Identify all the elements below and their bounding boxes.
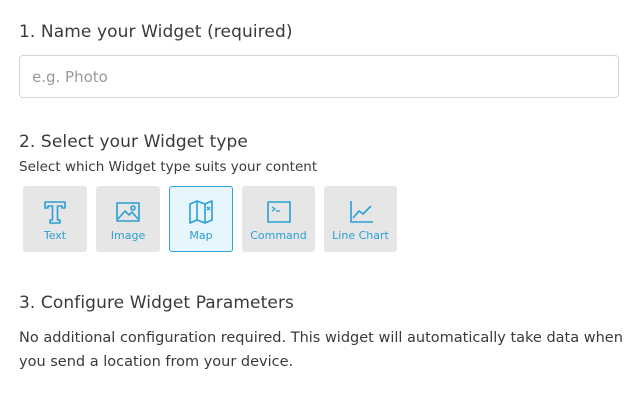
type-label: Image bbox=[110, 229, 146, 242]
map-icon bbox=[189, 200, 213, 224]
image-icon bbox=[116, 202, 140, 222]
section-type-subtitle: Select which Widget type suits your cont… bbox=[19, 159, 318, 175]
type-tile-line-chart[interactable]: Line Chart bbox=[324, 186, 397, 252]
type-tile-map[interactable]: Map bbox=[169, 186, 233, 252]
section-type-title: 2. Select your Widget type bbox=[19, 132, 248, 152]
type-tile-text[interactable]: Text bbox=[23, 186, 87, 252]
type-label: Command bbox=[250, 229, 307, 242]
type-label: Line Chart bbox=[332, 229, 389, 242]
terminal-icon bbox=[266, 201, 291, 223]
section-name-title: 1. Name your Widget (required) bbox=[19, 22, 293, 42]
type-label: Map bbox=[189, 229, 213, 242]
config-description: No additional configuration required. Th… bbox=[19, 330, 623, 370]
type-label: Text bbox=[43, 229, 67, 242]
type-tile-image[interactable]: Image bbox=[96, 186, 160, 252]
type-tile-command[interactable]: Command bbox=[242, 186, 315, 252]
line-chart-icon bbox=[349, 201, 373, 223]
text-icon bbox=[44, 201, 66, 224]
widget-name-input[interactable] bbox=[19, 55, 619, 98]
section-config-title: 3. Configure Widget Parameters bbox=[19, 293, 294, 313]
widget-type-selector: Text Image Map Command Line Chart bbox=[23, 186, 397, 252]
